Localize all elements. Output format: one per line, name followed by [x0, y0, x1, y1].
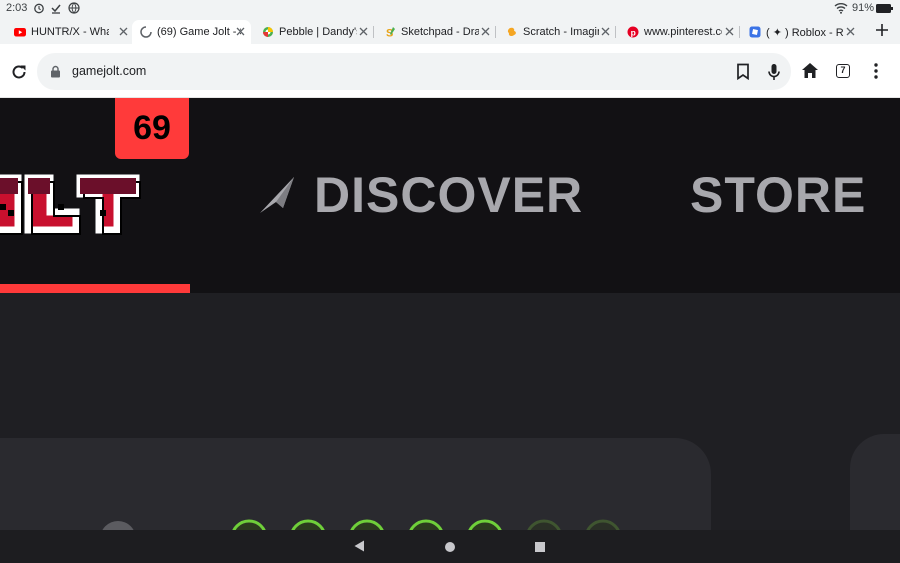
browser-toolbar: gamejolt.com 7: [0, 44, 900, 98]
close-tab-icon[interactable]: [234, 25, 247, 38]
sketchpad-icon: S: [386, 27, 395, 38]
more-options-icon[interactable]: [874, 63, 878, 79]
pebble-icon: [263, 27, 273, 37]
bookmark-icon[interactable]: [736, 63, 750, 80]
download-done-icon: [51, 4, 61, 14]
site-header: 69 DISCOVER STORE: [0, 98, 900, 293]
web-page: 69 DISCOVER STORE: [0, 98, 900, 530]
tab-huntrx[interactable]: HUNTR/X - What: [14, 20, 134, 44]
nav-store[interactable]: STORE: [690, 166, 866, 224]
status-bar: 2:03 91%: [0, 0, 900, 17]
clock: 2:03: [6, 2, 28, 14]
tab-game-jolt[interactable]: (69) Game Jolt - S: [132, 20, 251, 44]
scratch-icon: [507, 27, 516, 37]
close-tab-icon[interactable]: [117, 25, 130, 38]
reload-icon[interactable]: [10, 63, 28, 81]
url-text[interactable]: gamejolt.com: [72, 64, 146, 78]
tab-sketchpad[interactable]: S Sketchpad - Draw: [384, 20, 496, 44]
microphone-icon[interactable]: [767, 63, 781, 81]
content-card-right: [850, 434, 900, 530]
globe-icon: [68, 2, 80, 14]
nav-store-label: STORE: [690, 167, 867, 223]
svg-text:p: p: [631, 28, 636, 38]
compass-icon: [260, 177, 294, 213]
new-tab-icon[interactable]: [873, 21, 891, 39]
active-nav-indicator: [0, 284, 190, 293]
tab-divider: [495, 26, 496, 38]
tab-divider: [373, 26, 374, 38]
back-icon[interactable]: [354, 540, 365, 552]
tab-scratch[interactable]: Scratch - Imagine: [506, 20, 616, 44]
roblox-icon: [749, 26, 761, 38]
close-tab-icon[interactable]: [357, 25, 370, 38]
address-bar[interactable]: gamejolt.com: [37, 53, 791, 90]
notification-count-badge[interactable]: 69: [115, 98, 189, 159]
home-button[interactable]: [445, 542, 455, 552]
nav-discover-label: DISCOVER: [314, 167, 584, 223]
recents-button[interactable]: [535, 542, 545, 552]
youtube-icon: [14, 28, 26, 37]
tab-roblox[interactable]: ( ✦ ) Roblox - Rob: [749, 20, 857, 44]
close-tab-icon[interactable]: [723, 25, 736, 38]
battery-icon: [876, 4, 893, 13]
close-tab-icon[interactable]: [844, 25, 857, 38]
tab-pinterest[interactable]: p www.pinterest.co: [627, 20, 740, 44]
wifi-icon: [834, 3, 848, 14]
pinterest-icon: p: [627, 26, 639, 38]
close-tab-icon[interactable]: [599, 25, 612, 38]
tab-divider: [615, 26, 616, 38]
close-tab-icon[interactable]: [479, 25, 492, 38]
home-icon[interactable]: [801, 62, 819, 79]
lock-icon[interactable]: [50, 65, 61, 78]
battery-percent: 91%: [852, 2, 875, 14]
content-card: [0, 438, 711, 530]
tab-strip: HUNTR/X - What (69) Game Jolt - S Pebble…: [0, 17, 900, 44]
loading-spinner-icon: [140, 26, 152, 38]
game-jolt-logo[interactable]: [0, 158, 170, 248]
achievement-orbs: [232, 519, 620, 530]
tab-switcher-button[interactable]: 7: [836, 64, 850, 78]
logo-icon: [0, 174, 141, 235]
system-navigation-bar: [0, 530, 900, 563]
alarm-icon: [34, 3, 44, 14]
tab-pebble[interactable]: Pebble | Dandy's: [262, 20, 374, 44]
tab-divider: [739, 26, 740, 38]
nav-discover[interactable]: DISCOVER: [258, 166, 583, 224]
